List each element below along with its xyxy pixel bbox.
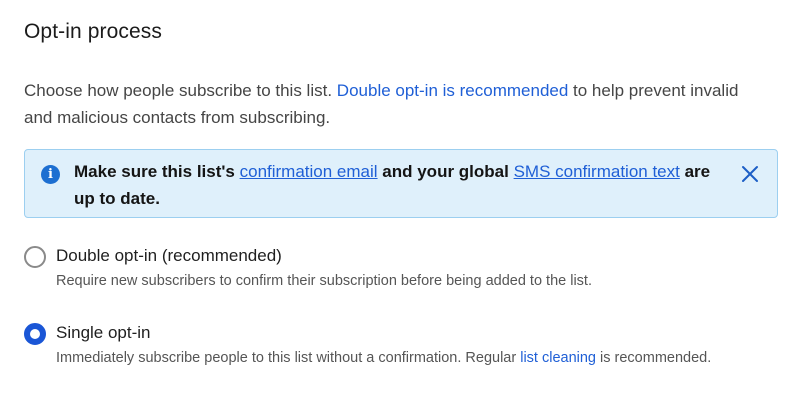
- close-banner-button[interactable]: [739, 163, 761, 185]
- banner-message: Make sure this list's confirmation email…: [74, 158, 724, 212]
- info-banner: i Make sure this list's confirmation ema…: [24, 149, 778, 218]
- single-opt-in-radio[interactable]: [24, 323, 46, 345]
- single-opt-in-description-before: Immediately subscribe people to this lis…: [56, 350, 521, 366]
- intro-text-before: Choose how people subscribe to this list…: [24, 81, 337, 100]
- double-opt-in-description: Require new subscribers to confirm their…: [56, 273, 592, 289]
- section-title: Opt-in process: [24, 20, 162, 43]
- opt-in-process-section: Opt-in process Choose how people subscri…: [0, 0, 799, 393]
- banner-text-part1: Make sure this list's: [74, 162, 240, 181]
- info-icon: i: [41, 165, 60, 184]
- confirmation-email-link[interactable]: confirmation email: [240, 162, 378, 181]
- single-opt-in-description: Immediately subscribe people to this lis…: [56, 348, 711, 368]
- double-opt-in-label[interactable]: Double opt-in (recommended): [56, 244, 282, 268]
- double-opt-in-radio[interactable]: [24, 246, 46, 268]
- sms-confirmation-text-link[interactable]: SMS confirmation text: [514, 162, 680, 181]
- close-icon: [742, 166, 758, 182]
- banner-text-part2: and your global: [377, 162, 514, 181]
- intro-text: Choose how people subscribe to this list…: [24, 77, 764, 131]
- double-opt-in-recommended-link[interactable]: Double opt-in is recommended: [337, 81, 569, 100]
- single-opt-in-description-after: is recommended.: [596, 350, 712, 366]
- list-cleaning-link[interactable]: list cleaning: [520, 350, 596, 366]
- single-opt-in-label[interactable]: Single opt-in: [56, 321, 151, 345]
